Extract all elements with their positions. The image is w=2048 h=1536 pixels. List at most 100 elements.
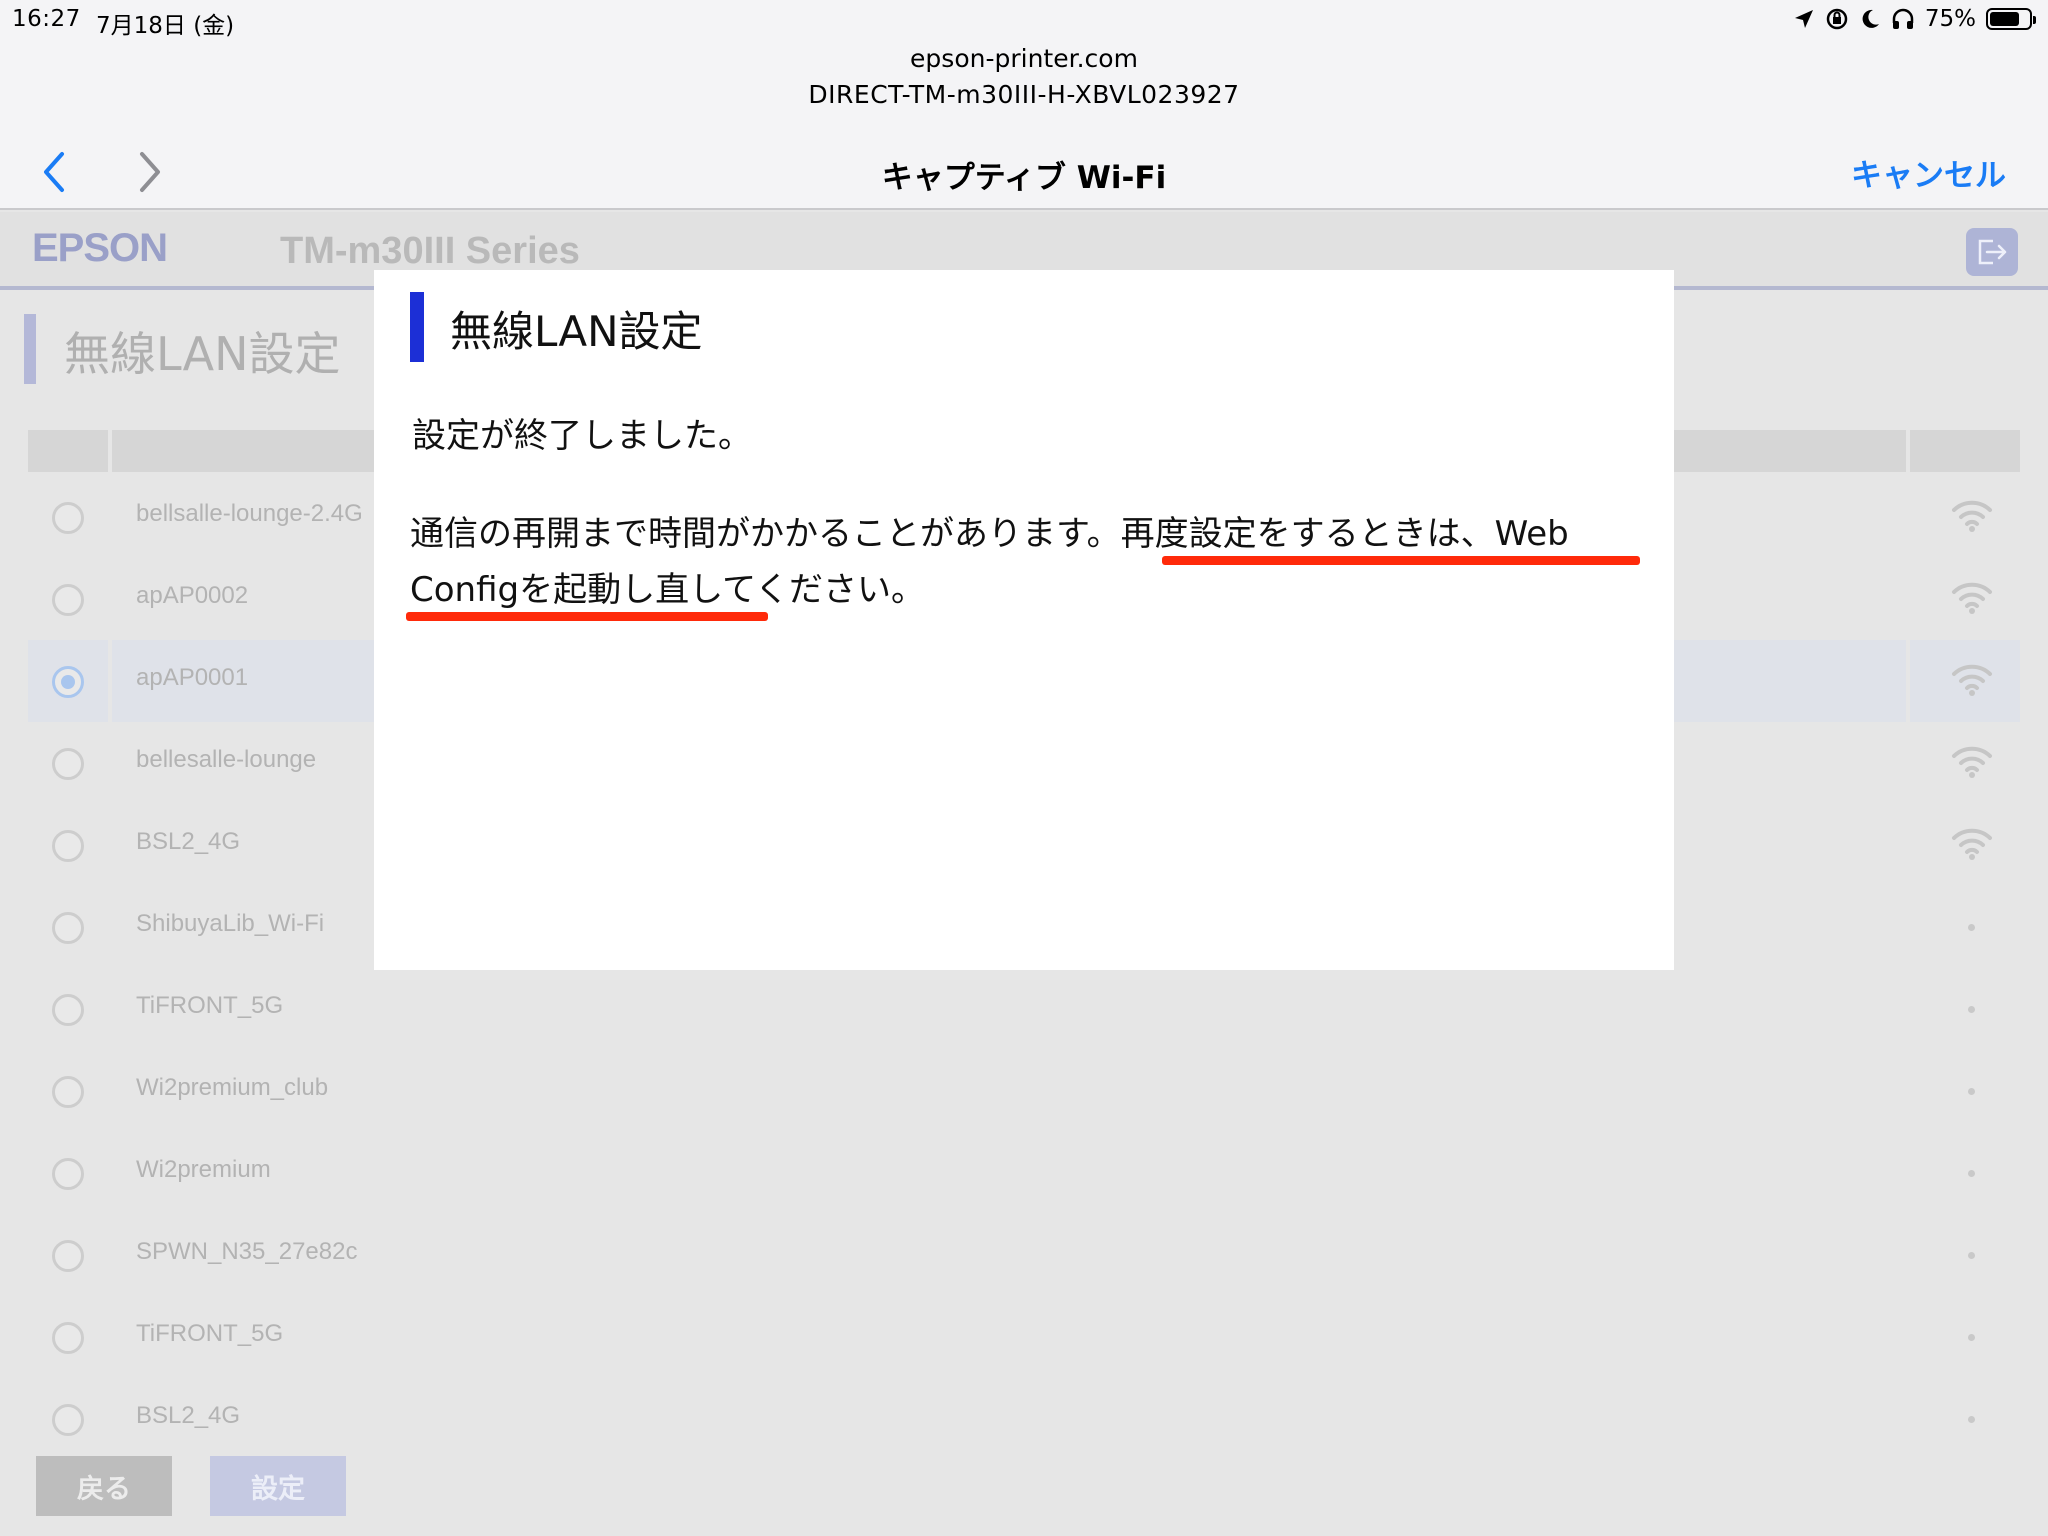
network-row[interactable]: Wi2premium_club [28,1050,2020,1132]
wifi-icon [1952,664,1992,696]
ssid-cell [112,968,1906,1050]
select-cell [28,886,108,968]
network-radio[interactable] [52,994,84,1026]
select-cell [28,558,108,640]
battery-percent: 75% [1924,6,1976,32]
signal-cell [1910,968,2020,1050]
logout-icon [1978,239,2007,265]
network-name: SPWN_N35_27e82c [136,1238,358,1265]
wifi-icon [1952,582,1992,614]
signal-cell [1910,886,2020,968]
weak-signal-dot [1968,1088,1975,1095]
network-name: bellesalle-lounge [136,746,317,773]
network-row[interactable]: TiFRONT_5G [28,1296,2020,1378]
signal-cell [1910,722,2020,804]
dialog-message-complete: 設定が終了しました。 [412,416,752,456]
sheet-title: キャプティブ Wi-Fi [881,160,1167,196]
network-name: apAP0002 [136,582,249,609]
network-radio[interactable] [52,830,84,862]
epson-logo: EPSON [32,226,168,270]
ssid-cell [112,1050,1906,1132]
weak-signal-dot [1968,924,1975,931]
signal-cell [1910,1132,2020,1214]
battery-icon [1986,8,2036,30]
select-cell [28,968,108,1050]
network-name: TiFRONT_5G [136,992,284,1019]
network-radio[interactable] [52,1158,84,1190]
printer-model: TM-m30III Series [280,230,580,272]
network-name: Wi2premium_club [136,1074,329,1101]
select-cell [28,1214,108,1296]
ssid-cell [112,1296,1906,1378]
headphones-icon [1892,8,1914,29]
status-date: 7月18日 (金) [96,13,235,39]
weak-signal-dot [1968,1170,1975,1177]
captive-ssid: DIRECT-TM-m30III-H-XBVL023927 [808,80,1240,109]
wifi-icon [1952,828,1992,860]
network-radio[interactable] [52,502,84,534]
status-icons: 75% [1793,6,2036,32]
select-cell [28,1296,108,1378]
ssid-cell [112,1378,1906,1460]
network-radio[interactable] [52,584,84,616]
network-name: ShibuyaLib_Wi-Fi [136,910,325,937]
apply-settings-button[interactable]: 設定 [210,1456,346,1516]
signal-cell [1910,1214,2020,1296]
network-row[interactable]: BSL2_4G [28,1378,2020,1460]
network-row[interactable]: SPWN_N35_27e82c [28,1214,2020,1296]
captive-domain: epson-printer.com [910,44,1138,73]
signal-cell [1910,1378,2020,1460]
select-cell [28,476,108,558]
signal-cell [1910,558,2020,640]
signal-cell [1910,640,2020,722]
select-cell [28,1378,108,1460]
logout-button[interactable] [1966,228,2018,276]
signal-cell [1910,476,2020,558]
table-header-signal [1910,430,2020,472]
dialog-title: 無線LAN設定 [450,307,703,356]
weak-signal-dot [1968,1334,1975,1341]
network-radio[interactable] [52,1076,84,1108]
status-time: 16:27 [12,6,81,32]
battery-fill [1990,12,2019,26]
network-name: TiFRONT_5G [136,1320,284,1347]
signal-cell [1910,804,2020,886]
section-title: 無線LAN設定 [64,327,341,381]
network-name: bellsalle-lounge-2.4G [136,500,363,527]
network-radio[interactable] [52,1404,84,1436]
signal-cell [1910,1296,2020,1378]
red-annotation-underline [1162,556,1640,565]
moon-icon [1862,9,1879,28]
table-header-select [28,430,108,472]
network-radio[interactable] [52,912,84,944]
network-row[interactable]: TiFRONT_5G [28,968,2020,1050]
wifi-icon [1952,500,1992,532]
ssid-cell [112,1132,1906,1214]
cancel-button[interactable]: キャンセル [1851,150,2006,195]
network-radio[interactable] [52,1322,84,1354]
select-cell [28,1050,108,1132]
captive-sheet-header: 16:27 7月18日 (金) 75% epson-printer.com DI… [0,0,2048,210]
select-cell [28,804,108,886]
select-cell [28,640,108,722]
network-row[interactable]: Wi2premium [28,1132,2020,1214]
weak-signal-dot [1968,1006,1975,1013]
ssid-cell [112,1214,1906,1296]
orientation-lock-icon [1826,8,1848,30]
network-radio[interactable] [52,748,84,780]
weak-signal-dot [1968,1416,1975,1423]
dialog-title-mark [410,292,424,362]
settings-complete-dialog: 無線LAN設定 設定が終了しました。 通信の再開まで時間がかかることがあります。… [374,270,1674,970]
network-radio[interactable] [52,666,84,698]
red-annotation-underline [406,612,768,621]
select-cell [28,1132,108,1214]
network-name: BSL2_4G [136,828,241,855]
section-title-mark [24,314,36,384]
network-name: BSL2_4G [136,1402,241,1429]
back-button[interactable]: 戻る [36,1456,172,1516]
network-radio[interactable] [52,1240,84,1272]
select-cell [28,722,108,804]
network-name: apAP0001 [136,664,249,691]
weak-signal-dot [1968,1252,1975,1259]
wifi-icon [1952,746,1992,778]
